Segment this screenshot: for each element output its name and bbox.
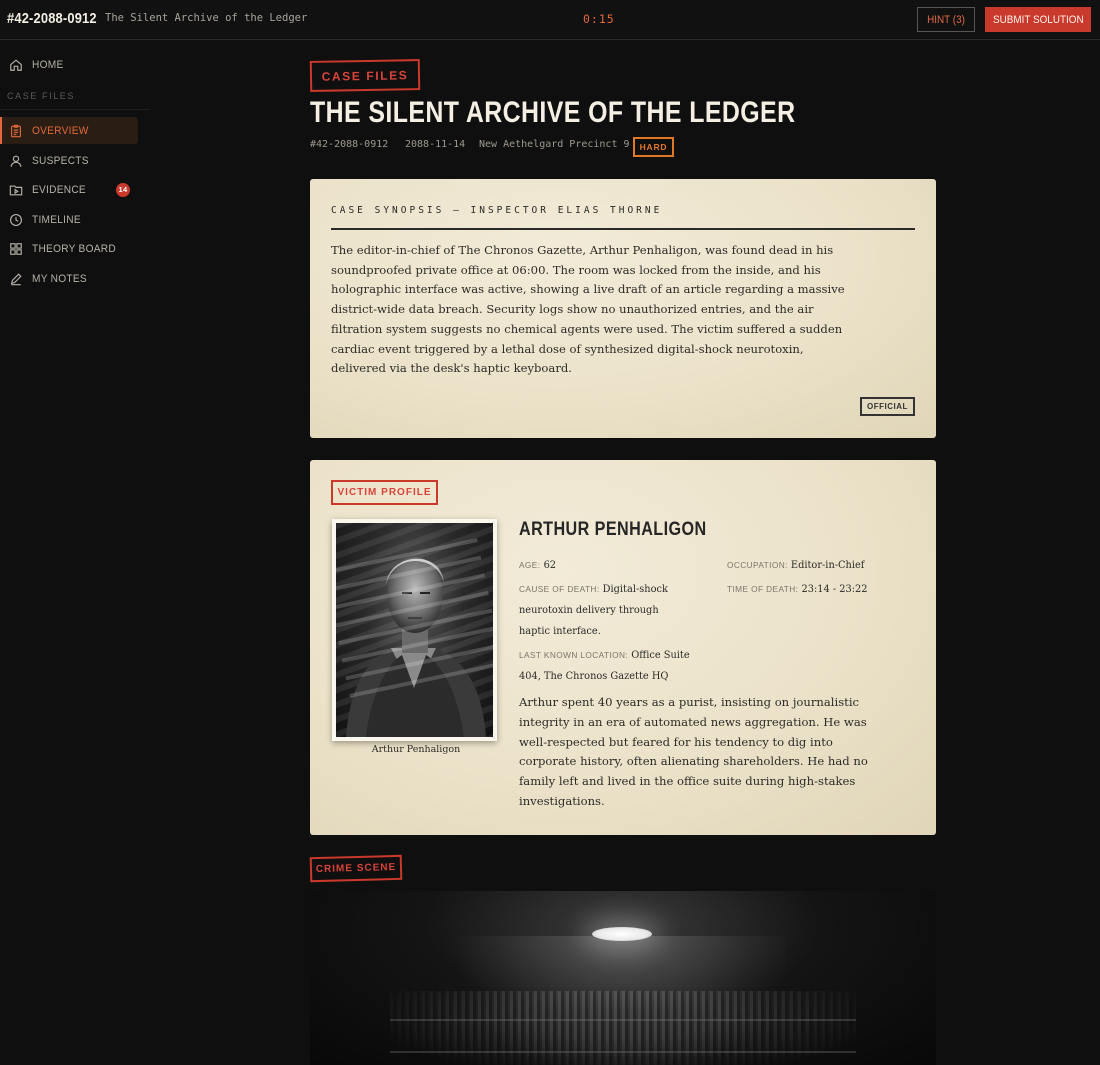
clock-icon (9, 213, 23, 227)
field-label: LAST KNOWN LOCATION: (519, 650, 629, 660)
sidebar-item-my-notes[interactable]: MY NOTES (0, 265, 138, 292)
field-value: neurotoxin delivery through (519, 605, 659, 616)
bio-line: investigations. (519, 793, 605, 808)
sidebar-item-label: EVIDENCE (32, 183, 86, 196)
field-value: haptic interface. (519, 626, 601, 637)
user-icon (9, 154, 23, 168)
field-value: 23:14 - 23:22 (801, 584, 868, 595)
field-value: Digital-shock (602, 584, 668, 595)
synopsis-heading: CASE SYNOPSIS — INSPECTOR ELIAS THORNE (331, 205, 915, 230)
synopsis-line: filtration system suggests no chemical a… (331, 321, 843, 336)
timer: 0:15 (583, 12, 615, 26)
sidebar-divider (0, 109, 150, 110)
victim-last-known-location: LAST KNOWN LOCATION: Office Suite 404, T… (519, 645, 719, 687)
victim-occupation: OCCUPATION: Editor-in-Chief (727, 555, 864, 576)
case-location: New Aethelgard Precinct 9 (479, 139, 630, 150)
crime-scene-stamp: CRIME SCENE (309, 854, 403, 883)
shelf-line (390, 1051, 856, 1053)
victim-profile-stamp: VICTIM PROFILE (331, 480, 438, 505)
folder-play-icon (9, 183, 23, 197)
shelf-line (390, 1019, 856, 1021)
field-label: AGE: (519, 560, 541, 570)
field-value: Office Suite (631, 650, 690, 661)
sidebar-item-label: TIMELINE (32, 213, 81, 226)
grid-icon (9, 242, 23, 256)
sidebar-item-label: THEORY BOARD (32, 242, 116, 255)
sidebar-item-timeline[interactable]: TIMELINE (0, 206, 138, 233)
sidebar-item-label: HOME (32, 58, 64, 71)
synopsis-text: The editor-in-chief of The Chronos Gazet… (331, 241, 916, 379)
field-label: OCCUPATION: (727, 560, 788, 570)
bio-line: corporate history, often alienating shar… (519, 754, 868, 769)
synopsis-line: cardiac event triggered by a lethal dose… (331, 341, 804, 356)
official-stamp: OFFICIAL (860, 397, 915, 416)
sidebar-item-suspects[interactable]: SUSPECTS (0, 147, 138, 174)
sidebar-section-label: CASE FILES (7, 91, 76, 101)
sidebar-item-label: MY NOTES (32, 272, 87, 285)
field-value: 404, The Chronos Gazette HQ (519, 671, 669, 682)
field-value: 62 (543, 560, 557, 571)
crime-scene-image[interactable] (310, 891, 936, 1065)
bio-line: Arthur spent 40 years as a purist, insis… (519, 695, 860, 709)
case-title: The Silent Archive of the Ledger (105, 12, 308, 24)
case-files-stamp: CASE FILES (309, 59, 421, 92)
synopsis-line: The editor-in-chief of The Chronos Gazet… (331, 243, 834, 257)
evidence-count-badge: 14 (116, 182, 130, 197)
synopsis-line: district-wide data breach. Security logs… (331, 302, 814, 317)
case-number: #42-2088-0912 (310, 139, 389, 150)
hint-button[interactable]: HINT (3) (917, 7, 975, 32)
ceiling-lamp (592, 927, 652, 941)
top-bar: #42-2088-0912 The Silent Archive of the … (0, 0, 1100, 40)
victim-biography: Arthur spent 40 years as a purist, insis… (519, 693, 919, 812)
victim-cause-of-death: CAUSE OF DEATH: Digital-shock neurotoxin… (519, 579, 719, 642)
synopsis-line: soundproofed private office at 06:00. Th… (331, 262, 821, 277)
case-synopsis-card: CASE SYNOPSIS — INSPECTOR ELIAS THORNE T… (310, 179, 936, 438)
submit-solution-button[interactable]: SUBMIT SOLUTION (985, 7, 1091, 32)
bookshelves (390, 991, 856, 1065)
home-icon (9, 58, 23, 72)
sidebar-item-evidence[interactable]: EVIDENCE 14 (0, 176, 138, 203)
difficulty-badge: HARD (633, 137, 674, 157)
victim-time-of-death: TIME OF DEATH: 23:14 - 23:22 (727, 579, 868, 600)
field-value: Editor-in-Chief (790, 560, 865, 571)
page-title: THE SILENT ARCHIVE OF THE LEDGER (310, 96, 796, 129)
sidebar-item-label: OVERVIEW (32, 124, 89, 137)
synopsis-line: holographic interface was active, showin… (331, 282, 845, 297)
field-label: CAUSE OF DEATH: (519, 584, 600, 594)
sidebar-item-overview[interactable]: OVERVIEW (0, 117, 138, 144)
sidebar: HOME CASE FILES OVERVIEW SUSPECTS EVIDEN… (0, 41, 150, 1065)
pencil-icon (9, 272, 23, 286)
sidebar-item-home[interactable]: HOME (0, 51, 138, 78)
synopsis-line: delivered via the desk's haptic keyboard… (331, 361, 572, 376)
victim-photo[interactable] (332, 519, 497, 741)
victim-name: ARTHUR PENHALIGON (519, 519, 707, 540)
sidebar-item-label: SUSPECTS (32, 154, 89, 167)
victim-age: AGE: 62 (519, 555, 556, 576)
bio-line: family left and lived in the office suit… (519, 774, 856, 789)
victim-portrait-image (336, 523, 493, 737)
case-date: 2088-11-14 (405, 139, 466, 150)
clipboard-icon (9, 124, 23, 138)
bio-line: integrity in an era of automated news ag… (519, 714, 867, 729)
case-id: #42-2088-0912 (7, 10, 97, 27)
photo-caption: Arthur Penhaligon (371, 744, 461, 755)
sidebar-item-theory-board[interactable]: THEORY BOARD (0, 235, 138, 262)
field-label: TIME OF DEATH: (727, 584, 799, 594)
bio-line: well-respected but feared for his tenden… (519, 734, 833, 749)
